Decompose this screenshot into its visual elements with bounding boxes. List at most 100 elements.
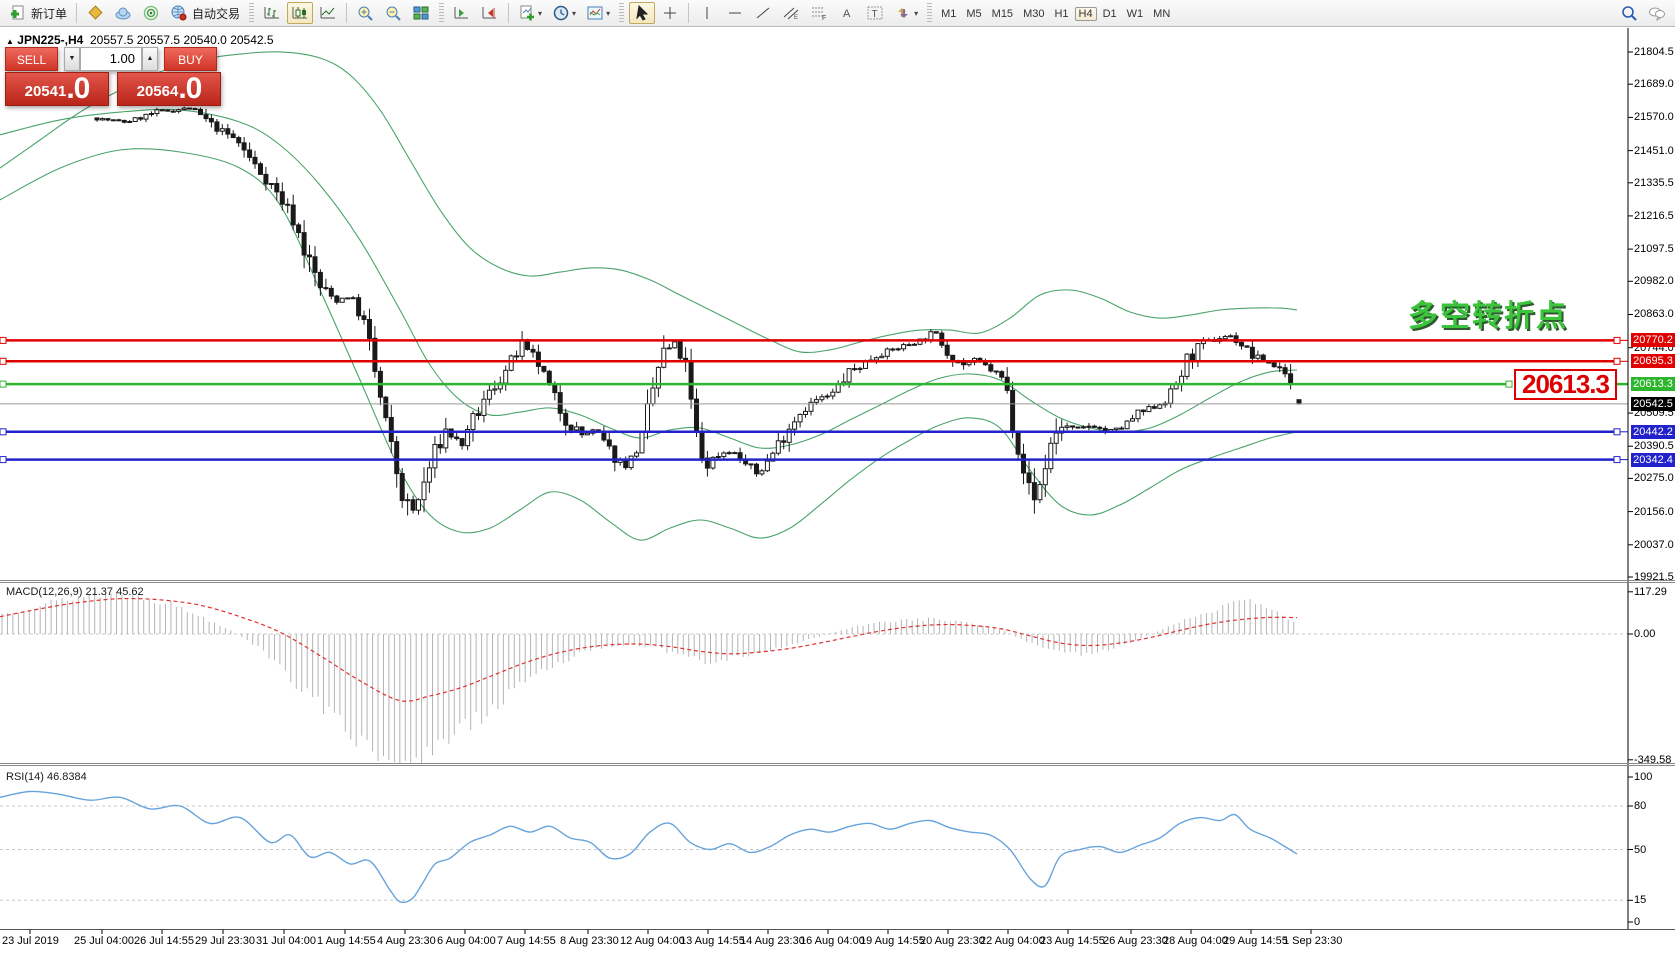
auto-scroll-button[interactable] [477, 2, 503, 24]
autotrading-icon [170, 5, 188, 21]
time-axis-label: 8 Aug 23:30 [560, 935, 619, 947]
ohlc-open: 20557.5 [90, 33, 133, 47]
svg-text:T: T [872, 9, 878, 20]
price-callout-label[interactable]: 20613.3 [1514, 369, 1617, 400]
chat-button[interactable] [1644, 2, 1670, 24]
new-order-button[interactable]: 新订单 [5, 2, 71, 24]
signals-button[interactable] [138, 2, 164, 24]
price-axis-tick: 21804.5 [1634, 46, 1675, 58]
fibonacci-tool[interactable]: F [806, 2, 832, 24]
time-axis-label: 6 Aug 04:00 [437, 935, 496, 947]
horizontal-line-tool[interactable] [722, 2, 748, 24]
fibonacci-icon: F [810, 5, 828, 21]
ohlc-low: 20540.0 [183, 33, 226, 47]
styler-button[interactable] [82, 2, 108, 24]
macd-axis-tick: 117.29 [1634, 586, 1675, 598]
volume-input[interactable]: 1.00 [80, 47, 142, 71]
text-icon: A [838, 5, 856, 21]
buy-price-display[interactable]: 20564 .0 [117, 72, 221, 106]
search-icon [1620, 5, 1638, 21]
timeframe-H4-button[interactable]: H4 [1075, 7, 1097, 21]
chart-canvas[interactable] [0, 27, 1675, 953]
timeframe-MN-button[interactable]: MN [1149, 7, 1174, 21]
equidistant-channel-icon: E [782, 5, 800, 21]
price-axis-tick: 20275.0 [1634, 472, 1675, 484]
indicators-dropdown-caret[interactable]: ▾ [538, 9, 542, 18]
timeframe-M5-button[interactable]: M5 [962, 7, 985, 21]
text-label-tool[interactable]: T [862, 2, 888, 24]
rsi-line [0, 791, 1297, 902]
price-axis-tick: 21335.5 [1634, 177, 1675, 189]
zoom-in-button[interactable] [352, 2, 378, 24]
time-axis-label: 12 Aug 04:00 [620, 935, 685, 947]
vertical-line-tool[interactable] [694, 2, 720, 24]
price-badge-20542.5: 20542.5 [1631, 397, 1675, 411]
volume-increase-button[interactable]: ▲ [142, 47, 158, 71]
vertical-line-icon [698, 5, 716, 21]
time-axis-label: 29 Aug 14:55 [1223, 935, 1288, 947]
time-axis-label: 25 Jul 04:00 [74, 935, 134, 947]
timeframe-W1-button[interactable]: W1 [1123, 7, 1148, 21]
price-badge-20695.3: 20695.3 [1631, 354, 1675, 368]
bar-chart-style-button[interactable] [259, 2, 285, 24]
trendline-tool[interactable] [750, 2, 776, 24]
tile-windows-button[interactable] [408, 2, 434, 24]
time-axis-label: 16 Aug 04:00 [800, 935, 865, 947]
time-axis-label: 23 Jul 2019 [2, 935, 59, 947]
community-button[interactable] [110, 2, 136, 24]
price-axis-tick: 20982.0 [1634, 275, 1675, 287]
timeframe-M30-button[interactable]: M30 [1019, 7, 1048, 21]
timeframe-M15-button[interactable]: M15 [988, 7, 1017, 21]
search-button[interactable] [1616, 2, 1642, 24]
volume-decrease-button[interactable]: ▼ [64, 47, 80, 71]
svg-text:E: E [794, 15, 798, 21]
chart-shift-button[interactable] [449, 2, 475, 24]
collapse-arrow-icon[interactable]: ▲ [6, 37, 14, 46]
indicators-button[interactable]: ▾ [514, 2, 546, 24]
buy-button[interactable]: BUY [164, 47, 217, 71]
chart-title: ▲ JPN225-,H4 20557.5 20557.5 20540.0 205… [6, 33, 274, 47]
time-axis-label: 23 Aug 14:55 [1040, 935, 1105, 947]
sell-price-display[interactable]: 20541 .0 [5, 72, 109, 106]
arrows-dropdown-caret[interactable]: ▾ [914, 9, 918, 18]
chart-window: ▲ JPN225-,H4 20557.5 20557.5 20540.0 205… [0, 27, 1675, 953]
price-axis-tick: 21451.0 [1634, 145, 1675, 157]
template-icon [586, 5, 604, 21]
macd-label: MACD(12,26,9) 21.37 45.62 [6, 586, 144, 598]
cloud-icon [114, 5, 132, 21]
templates-dropdown-caret[interactable]: ▾ [606, 9, 610, 18]
periods-dropdown-caret[interactable]: ▾ [572, 9, 576, 18]
price-axis-tick: 19921.5 [1634, 571, 1675, 583]
sell-button[interactable]: SELL [5, 47, 58, 71]
rsi-axis-tick: 50 [1634, 844, 1675, 856]
price-axis-tick: 21216.5 [1634, 210, 1675, 222]
rsi-axis-tick: 80 [1634, 800, 1675, 812]
zoom-out-button[interactable] [380, 2, 406, 24]
chart-annotation-text[interactable]: 多空转折点 [1408, 291, 1568, 335]
price-axis-tick: 21689.0 [1634, 78, 1675, 90]
candlestick-style-button[interactable] [287, 2, 313, 24]
cursor-tool-button[interactable] [629, 2, 655, 24]
templates-button[interactable]: ▾ [582, 2, 614, 24]
crosshair-tool-button[interactable] [657, 2, 683, 24]
line-chart-style-button[interactable] [315, 2, 341, 24]
ohlc-close: 20542.5 [230, 33, 273, 47]
cursor-icon [633, 5, 651, 21]
timeframe-M1-button[interactable]: M1 [937, 7, 960, 21]
arrows-tool[interactable]: ▾ [890, 2, 922, 24]
timeframe-H1-button[interactable]: H1 [1050, 7, 1072, 21]
bollinger-lower-band [0, 149, 1297, 541]
timeframe-D1-button[interactable]: D1 [1099, 7, 1121, 21]
price-axis-tick: 20156.0 [1634, 506, 1675, 518]
text-tool[interactable]: A [834, 2, 860, 24]
price-badge-20770.2: 20770.2 [1631, 333, 1675, 347]
styler-icon [86, 5, 104, 21]
price-axis-tick: 21097.5 [1634, 243, 1675, 255]
periods-button[interactable]: ▾ [548, 2, 580, 24]
autotrading-button[interactable]: 自动交易 [166, 2, 244, 24]
time-axis-label: 4 Aug 23:30 [377, 935, 436, 947]
channel-tool[interactable]: E [778, 2, 804, 24]
main-toolbar: 新订单 自动交易 [0, 0, 1675, 27]
line-chart-icon [319, 5, 337, 21]
bar-chart-icon [263, 5, 281, 21]
